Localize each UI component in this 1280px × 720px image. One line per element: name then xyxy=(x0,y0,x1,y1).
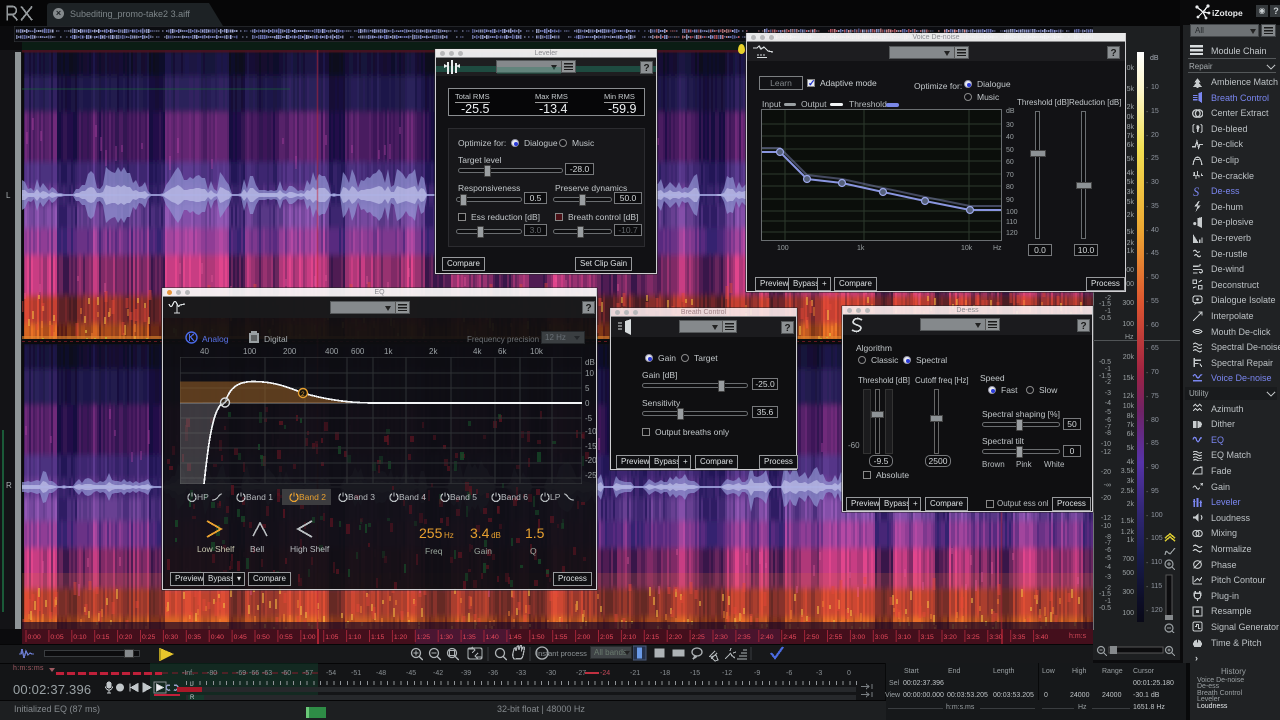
svg-text:3:15: 3:15 xyxy=(921,634,934,641)
svg-text:0:00: 0:00 xyxy=(28,634,41,641)
svg-text:0:40: 0:40 xyxy=(211,634,224,641)
svg-text:1:00: 1:00 xyxy=(302,634,315,641)
svg-text:2:25: 2:25 xyxy=(692,634,705,641)
svg-text:2:15: 2:15 xyxy=(646,634,659,641)
svg-text:0:45: 0:45 xyxy=(234,634,247,641)
svg-text:1:10: 1:10 xyxy=(348,634,361,641)
svg-text:0:30: 0:30 xyxy=(165,634,178,641)
svg-text:2:45: 2:45 xyxy=(783,634,796,641)
svg-text:0:35: 0:35 xyxy=(188,634,201,641)
svg-text:3:25: 3:25 xyxy=(966,634,979,641)
svg-text:2:35: 2:35 xyxy=(737,634,750,641)
svg-text:3:00: 3:00 xyxy=(852,634,865,641)
svg-text:0:15: 0:15 xyxy=(96,634,109,641)
svg-text:2:10: 2:10 xyxy=(623,634,636,641)
svg-text:2:00: 2:00 xyxy=(577,634,590,641)
svg-text:1:20: 1:20 xyxy=(394,634,407,641)
svg-text:1:25: 1:25 xyxy=(417,634,430,641)
svg-text:1:55: 1:55 xyxy=(554,634,567,641)
svg-text:0:25: 0:25 xyxy=(142,634,155,641)
svg-text:1:50: 1:50 xyxy=(531,634,544,641)
svg-text:2: 2 xyxy=(301,391,305,398)
svg-text:0:05: 0:05 xyxy=(50,634,63,641)
svg-text:1:40: 1:40 xyxy=(486,634,499,641)
svg-text:0:50: 0:50 xyxy=(257,634,270,641)
svg-text:0:10: 0:10 xyxy=(73,634,86,641)
svg-text:2:55: 2:55 xyxy=(829,634,842,641)
svg-text:2:30: 2:30 xyxy=(715,634,728,641)
svg-text:1:05: 1:05 xyxy=(325,634,338,641)
svg-text:0:20: 0:20 xyxy=(119,634,132,641)
svg-text:3:05: 3:05 xyxy=(875,634,888,641)
svg-text:3:35: 3:35 xyxy=(1012,634,1025,641)
svg-text:1:15: 1:15 xyxy=(371,634,384,641)
svg-text:2:40: 2:40 xyxy=(760,634,773,641)
svg-text:1:30: 1:30 xyxy=(440,634,453,641)
svg-text:1:35: 1:35 xyxy=(463,634,476,641)
svg-text:2:20: 2:20 xyxy=(669,634,682,641)
svg-text:1:45: 1:45 xyxy=(508,634,521,641)
svg-text:3:10: 3:10 xyxy=(898,634,911,641)
svg-text:2:05: 2:05 xyxy=(600,634,613,641)
svg-text:3:20: 3:20 xyxy=(944,634,957,641)
svg-text:S: S xyxy=(1193,186,1199,197)
svg-text:iZotope: iZotope xyxy=(1212,8,1243,18)
svg-text:2:50: 2:50 xyxy=(806,634,819,641)
svg-text:3:40: 3:40 xyxy=(1035,634,1048,641)
svg-text:0:55: 0:55 xyxy=(279,634,292,641)
